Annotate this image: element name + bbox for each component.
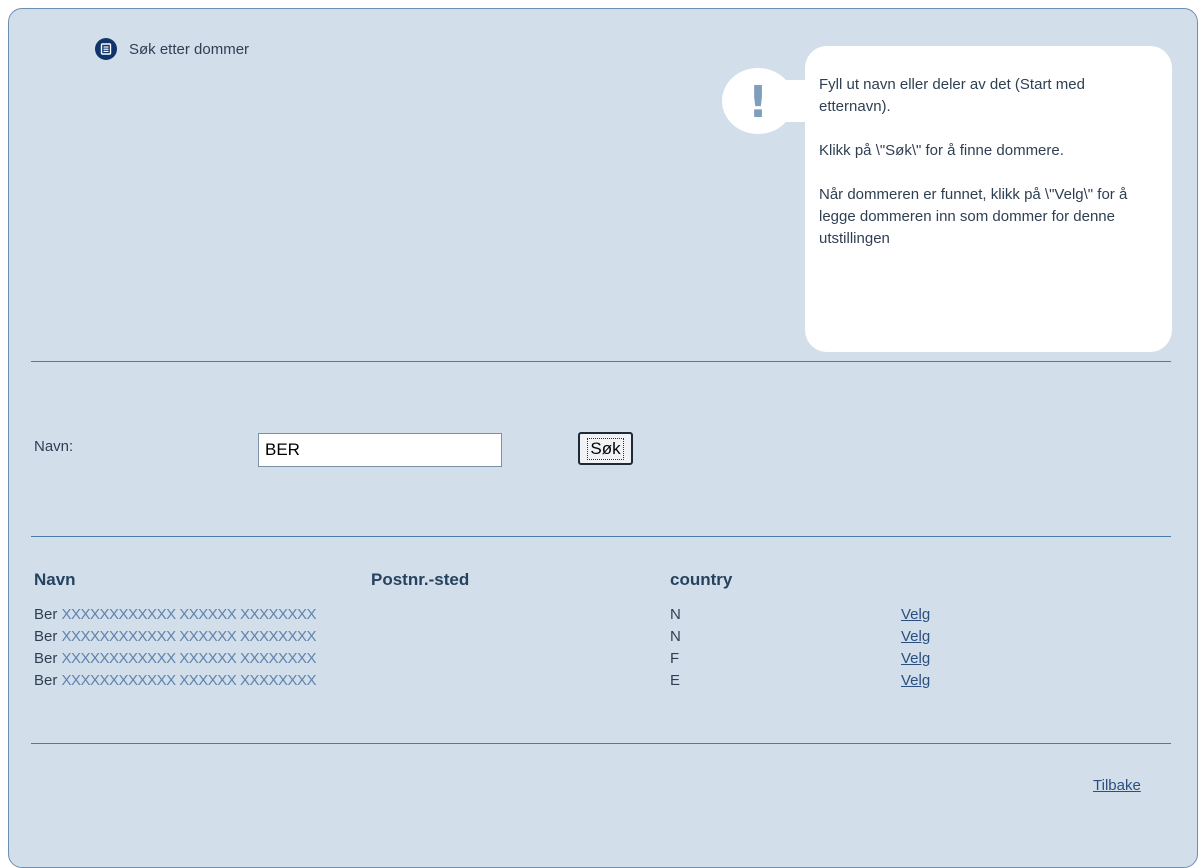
select-judge-link[interactable]: Velg xyxy=(901,628,930,645)
judge-country: N xyxy=(670,606,681,623)
hint-text: Når dommeren er funnet, klikk på \"Velg\… xyxy=(819,186,1128,247)
select-judge-link[interactable]: Velg xyxy=(901,606,930,623)
table-row: Ber XXXXXXXXXXXX XXXXXX XXXXXXXX N Velg xyxy=(0,606,1190,628)
divider xyxy=(31,743,1171,744)
judge-name: Ber XXXXXXXXXXXX XXXXXX XXXXXXXX xyxy=(34,606,316,623)
hint-text: Klikk på \"Søk\" for å finne dommere. xyxy=(819,142,1064,159)
table-row: Ber XXXXXXXXXXXX XXXXXX XXXXXXXX F Velg xyxy=(0,650,1190,672)
column-header-name: Navn xyxy=(34,570,76,589)
column-header-country: country xyxy=(670,570,733,589)
judge-country: F xyxy=(670,650,680,667)
name-search-input[interactable] xyxy=(258,433,502,467)
table-row: Ber XXXXXXXXXXXX XXXXXX XXXXXXXX N Velg xyxy=(0,628,1190,650)
divider xyxy=(31,536,1171,537)
judge-country: N xyxy=(670,628,681,645)
search-button[interactable]: Søk xyxy=(578,432,633,465)
document-icon xyxy=(95,38,117,60)
judge-country: E xyxy=(670,672,681,689)
column-header-place: Postnr.-sted xyxy=(371,570,470,589)
judge-name: Ber XXXXXXXXXXXX XXXXXX XXXXXXXX xyxy=(34,672,316,689)
judge-name: Ber XXXXXXXXXXXX XXXXXX XXXXXXXX xyxy=(34,628,316,645)
help-tooltip: Fyll ut navn eller deler av det (Start m… xyxy=(805,46,1172,352)
page-header: Søk etter dommer xyxy=(95,38,249,60)
back-link[interactable]: Tilbake xyxy=(1093,777,1141,794)
divider xyxy=(31,361,1171,362)
select-judge-link[interactable]: Velg xyxy=(901,650,930,667)
hint-text: Fyll ut navn eller deler av det (Start m… xyxy=(819,76,1085,115)
exclamation-icon: ! xyxy=(747,76,769,128)
search-button-label: Søk xyxy=(587,437,624,460)
select-judge-link[interactable]: Velg xyxy=(901,672,930,689)
table-row: Ber XXXXXXXXXXXX XXXXXX XXXXXXXX E Velg xyxy=(0,672,1190,694)
page-title: Søk etter dommer xyxy=(129,40,250,58)
judge-name: Ber XXXXXXXXXXXX XXXXXX XXXXXXXX xyxy=(34,650,316,667)
name-label: Navn: xyxy=(34,438,74,455)
